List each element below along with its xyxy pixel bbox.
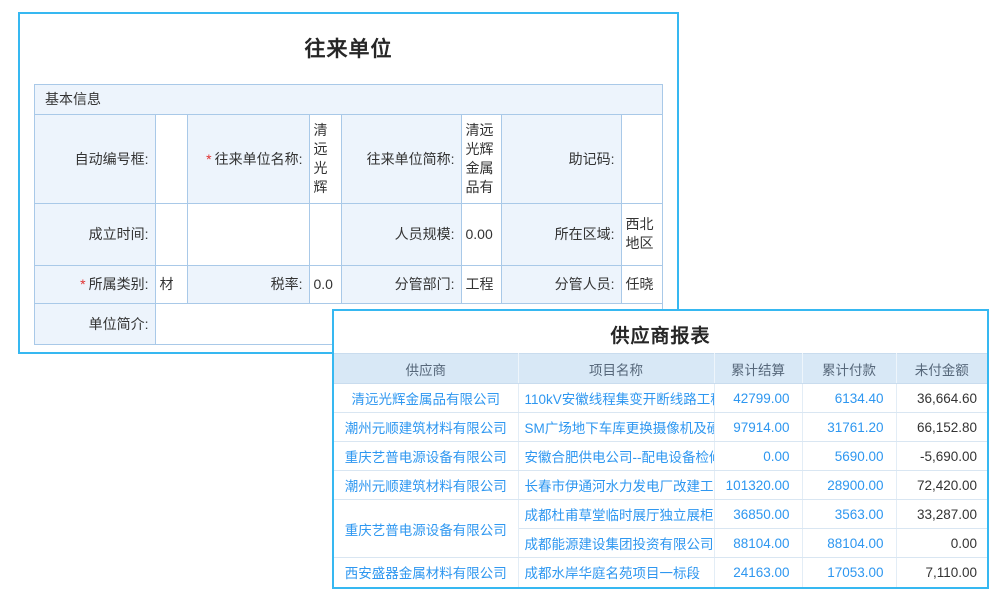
field-value-established-date[interactable] <box>155 203 187 265</box>
project-link[interactable]: 长春市伊通河水力发电厂改建工程 <box>518 471 714 500</box>
supplier-link-merged[interactable]: 重庆艺普电源设备有限公司 <box>334 500 518 558</box>
field-label-tax-rate: 税率: <box>187 265 309 303</box>
supplier-link[interactable]: 西安盛器金属材料有限公司 <box>334 558 518 587</box>
empty-cell[interactable] <box>309 203 341 265</box>
empty-cell[interactable] <box>187 203 309 265</box>
col-header-supplier: 供应商 <box>334 354 518 384</box>
paid-amount[interactable]: 17053.00 <box>802 558 896 587</box>
col-header-project-name: 项目名称 <box>518 354 714 384</box>
field-label-category: *所属类别: <box>35 265 155 303</box>
field-label-region: 所在区域: <box>501 203 621 265</box>
paid-amount[interactable]: 5690.00 <box>802 442 896 471</box>
partner-form-panel: 往来单位 基本信息 自动编号框: *往来单位名称: 清远光辉 往来单位简称: 清… <box>18 12 679 354</box>
settled-amount[interactable]: 36850.00 <box>714 500 802 529</box>
field-value-auto-number[interactable] <box>155 115 187 203</box>
project-link[interactable]: SM广场地下车库更换摄像机及硬盘 <box>518 413 714 442</box>
paid-amount[interactable]: 28900.00 <box>802 471 896 500</box>
unpaid-amount: 66,152.80 <box>896 413 987 442</box>
settled-amount[interactable]: 97914.00 <box>714 413 802 442</box>
field-label-established-date: 成立时间: <box>35 203 155 265</box>
paid-amount[interactable]: 6134.40 <box>802 384 896 413</box>
field-label-mnemonic-code: 助记码: <box>501 115 621 203</box>
supplier-report-panel: 供应商报表 供应商 项目名称 累计结算 累计付款 未付金额 清远光辉金属品有限公… <box>332 309 989 589</box>
settled-amount[interactable]: 42799.00 <box>714 384 802 413</box>
field-value-partner-name[interactable]: 清远光辉 <box>309 115 341 203</box>
form-row: 成立时间: 人员规模: 0.00 所在区域: 西北地区 <box>35 203 662 265</box>
paid-amount[interactable]: 31761.20 <box>802 413 896 442</box>
field-label-personnel-scale: 人员规模: <box>341 203 461 265</box>
report-title: 供应商报表 <box>334 311 987 353</box>
field-value-personnel-scale[interactable]: 0.00 <box>461 203 501 265</box>
unpaid-amount: 72,420.00 <box>896 471 987 500</box>
field-label-person-in-charge: 分管人员: <box>501 265 621 303</box>
table-row: 西安盛器金属材料有限公司 成都水岸华庭名苑项目一标段 24163.00 1705… <box>334 558 987 587</box>
field-label-partner-name: *往来单位名称: <box>187 115 309 203</box>
field-label-company-intro: 单位简介: <box>35 303 155 344</box>
table-row: 重庆艺普电源设备有限公司 安徽合肥供电公司--配电设备检修 0.00 5690.… <box>334 442 987 471</box>
field-label-department: 分管部门: <box>341 265 461 303</box>
table-row: 潮州元顺建筑材料有限公司 长春市伊通河水力发电厂改建工程 101320.00 2… <box>334 471 987 500</box>
supplier-report-table: 供应商 项目名称 累计结算 累计付款 未付金额 清远光辉金属品有限公司 110k… <box>334 353 987 587</box>
project-link[interactable]: 安徽合肥供电公司--配电设备检修 <box>518 442 714 471</box>
col-header-cumulative-payment: 累计付款 <box>802 354 896 384</box>
required-asterisk: * <box>80 276 85 292</box>
section-header-basic-info: 基本信息 <box>35 85 662 115</box>
settled-amount[interactable]: 101320.00 <box>714 471 802 500</box>
table-row: 潮州元顺建筑材料有限公司 SM广场地下车库更换摄像机及硬盘 97914.00 3… <box>334 413 987 442</box>
project-link[interactable]: 成都能源建设集团投资有限公司 <box>518 529 714 558</box>
project-link[interactable]: 成都水岸华庭名苑项目一标段 <box>518 558 714 587</box>
col-header-cumulative-settlement: 累计结算 <box>714 354 802 384</box>
supplier-link[interactable]: 重庆艺普电源设备有限公司 <box>334 442 518 471</box>
field-value-category[interactable]: 材 <box>155 265 187 303</box>
basic-info-box: 基本信息 自动编号框: *往来单位名称: 清远光辉 往来单位简称: 清远光辉金属… <box>34 84 663 345</box>
unpaid-amount: 0.00 <box>896 529 987 558</box>
field-value-region[interactable]: 西北地区 <box>621 203 662 265</box>
supplier-link[interactable]: 清远光辉金属品有限公司 <box>334 384 518 413</box>
settled-amount[interactable]: 0.00 <box>714 442 802 471</box>
screen: 往来单位 基本信息 自动编号框: *往来单位名称: 清远光辉 往来单位简称: 清… <box>0 0 1000 600</box>
field-value-person-in-charge[interactable]: 任晓 <box>621 265 662 303</box>
unpaid-amount: -5,690.00 <box>896 442 987 471</box>
table-row: 清远光辉金属品有限公司 110kV安徽线程集变开断线路工程 42799.00 6… <box>334 384 987 413</box>
settled-amount[interactable]: 88104.00 <box>714 529 802 558</box>
supplier-link[interactable]: 潮州元顺建筑材料有限公司 <box>334 471 518 500</box>
supplier-link[interactable]: 潮州元顺建筑材料有限公司 <box>334 413 518 442</box>
report-header-row: 供应商 项目名称 累计结算 累计付款 未付金额 <box>334 354 987 384</box>
field-value-mnemonic-code[interactable] <box>621 115 662 203</box>
paid-amount[interactable]: 3563.00 <box>802 500 896 529</box>
unpaid-amount: 36,664.60 <box>896 384 987 413</box>
project-link[interactable]: 成都杜甫草堂临时展厅独立展柜 <box>518 500 714 529</box>
form-title: 往来单位 <box>20 14 677 84</box>
field-label-auto-number: 自动编号框: <box>35 115 155 203</box>
field-value-partner-short-name[interactable]: 清远光辉金属品有 <box>461 115 501 203</box>
form-row: *所属类别: 材 税率: 0.0 分管部门: 工程 分管人员: 任晓 <box>35 265 662 303</box>
paid-amount[interactable]: 88104.00 <box>802 529 896 558</box>
project-link[interactable]: 110kV安徽线程集变开断线路工程 <box>518 384 714 413</box>
table-row: 重庆艺普电源设备有限公司 成都杜甫草堂临时展厅独立展柜 36850.00 356… <box>334 500 987 529</box>
form-row: 自动编号框: *往来单位名称: 清远光辉 往来单位简称: 清远光辉金属品有 助记… <box>35 115 662 203</box>
field-value-department[interactable]: 工程 <box>461 265 501 303</box>
unpaid-amount: 33,287.00 <box>896 500 987 529</box>
field-label-partner-short-name: 往来单位简称: <box>341 115 461 203</box>
field-value-tax-rate[interactable]: 0.0 <box>309 265 341 303</box>
required-asterisk: * <box>206 151 211 167</box>
col-header-unpaid-amount: 未付金额 <box>896 354 987 384</box>
unpaid-amount: 7,110.00 <box>896 558 987 587</box>
settled-amount[interactable]: 24163.00 <box>714 558 802 587</box>
